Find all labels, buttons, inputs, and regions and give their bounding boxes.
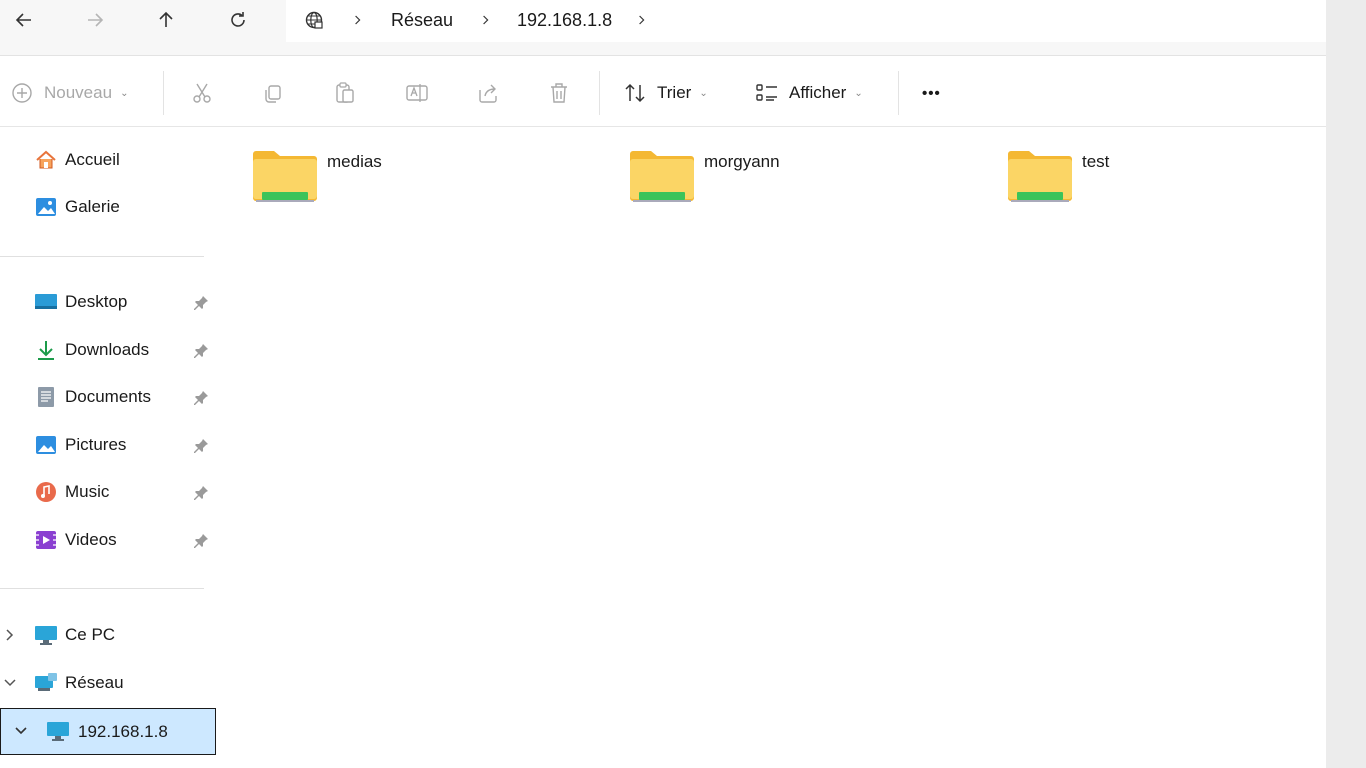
sidebar-item-label: Downloads [65,340,150,359]
pin-icon[interactable] [194,484,210,500]
command-bar: Nouveau ⌄ Trier ⌄ Afficher ⌄ ••• [0,57,1326,127]
chevron-right-icon[interactable] [350,10,366,30]
shared-folder-icon [1007,146,1073,208]
sidebar-item-label: Accueil [65,150,120,169]
pin-icon[interactable] [194,437,210,453]
sidebar-item-videos[interactable]: Videos [0,520,216,560]
sort-button[interactable]: Trier ⌄ [623,79,708,107]
sidebar-item-192-168-1-8[interactable]: 192.168.1.8 [0,708,216,755]
copy-button[interactable] [261,79,285,107]
chevron-right-icon[interactable] [634,10,650,30]
pin-icon[interactable] [194,532,210,548]
shared-folder-icon [252,146,318,208]
sidebar-item-accueil[interactable]: Accueil [0,140,216,180]
sidebar-item-desktop[interactable]: Desktop [0,282,216,322]
sidebar-item-label: Ce PC [65,625,116,644]
chevron-down-icon: ⌄ [120,87,129,99]
chevron-down-icon[interactable] [14,724,28,738]
chevron-down-icon: ⌄ [699,87,708,99]
this-pc-icon [34,623,58,647]
sidebar-item-label: 192.168.1.8 [78,722,168,741]
delete-icon [551,83,567,103]
share-button[interactable] [476,79,500,107]
delete-button[interactable] [547,79,571,107]
view-button-label: Afficher [789,83,847,102]
view-icon [756,84,777,101]
sidebar-item-label: Galerie [65,197,120,216]
window-edge [1326,0,1366,768]
more-options-button[interactable]: ••• [922,79,941,107]
copy-icon [265,85,281,103]
new-button[interactable]: Nouveau ⌄ [10,79,128,107]
pictures-icon [34,433,58,457]
folder-item-test[interactable]: test [1007,146,1307,216]
sidebar-item-label: Documents [65,387,151,406]
sidebar-item-label: Pictures [65,435,127,454]
pin-icon[interactable] [194,389,210,405]
pin-icon[interactable] [194,342,210,358]
folder-item-medias[interactable]: medias [252,146,552,216]
sort-icon [625,83,645,103]
paste-button[interactable] [333,79,357,107]
paste-icon [336,82,354,103]
breadcrumb-item-reseau[interactable]: Réseau [391,10,453,30]
plus-circle-icon [12,83,32,103]
sidebar-item-galerie[interactable]: Galerie [0,187,216,227]
breadcrumb[interactable]: Réseau 192.168.1.8 [286,0,1326,42]
navigation-pane: Accueil Galerie Desktop Downloads Docume… [0,128,216,768]
divider [0,588,204,589]
sidebar-item-label: Videos [65,530,117,549]
view-button[interactable]: Afficher ⌄ [755,79,863,107]
divider [0,256,204,257]
sidebar-item-pictures[interactable]: Pictures [0,425,216,465]
folder-name: morgyann [704,152,780,171]
pin-icon[interactable] [194,294,210,310]
network-icon [34,671,58,695]
shared-folder-icon [629,146,695,208]
address-bar: Réseau 192.168.1.8 [0,0,1326,56]
documents-icon [34,385,58,409]
folder-item-morgyann[interactable]: morgyann [629,146,929,216]
sort-button-label: Trier [657,83,692,102]
download-icon [34,338,58,362]
desktop-icon [34,290,58,314]
chevron-down-icon: ⌄ [854,87,863,99]
folder-name: test [1082,152,1110,171]
chevron-right-icon[interactable] [478,10,494,30]
refresh-icon[interactable] [220,4,256,36]
back-icon[interactable] [6,4,42,36]
rename-icon [406,84,428,102]
breadcrumb-item-ip[interactable]: 192.168.1.8 [517,10,612,30]
chevron-right-icon[interactable] [3,628,17,642]
cut-icon [193,83,211,103]
sidebar-item-downloads[interactable]: Downloads [0,330,216,370]
sidebar-item-documents[interactable]: Documents [0,377,216,417]
chevron-down-icon[interactable] [3,676,17,690]
share-icon [479,84,497,103]
videos-icon [34,528,58,552]
up-icon[interactable] [148,4,184,36]
computer-icon [46,719,70,743]
forward-icon[interactable] [77,4,113,36]
sidebar-item-label: Music [65,482,110,501]
divider [898,71,899,115]
cut-button[interactable] [190,79,214,107]
sidebar-item-label: Desktop [65,292,128,311]
music-icon [34,480,58,504]
divider [599,71,600,115]
home-icon [34,148,58,172]
file-list: medias morgyann test [217,128,1326,768]
divider [163,71,164,115]
sidebar-item-ce-pc[interactable]: Ce PC [0,615,216,655]
folder-name: medias [327,152,382,171]
new-button-label: Nouveau [44,83,113,102]
rename-button[interactable] [405,79,429,107]
sidebar-item-reseau[interactable]: Réseau [0,663,216,703]
network-globe-icon [296,4,332,36]
gallery-icon [34,195,58,219]
sidebar-item-label: Réseau [65,673,124,692]
sidebar-item-music[interactable]: Music [0,472,216,512]
